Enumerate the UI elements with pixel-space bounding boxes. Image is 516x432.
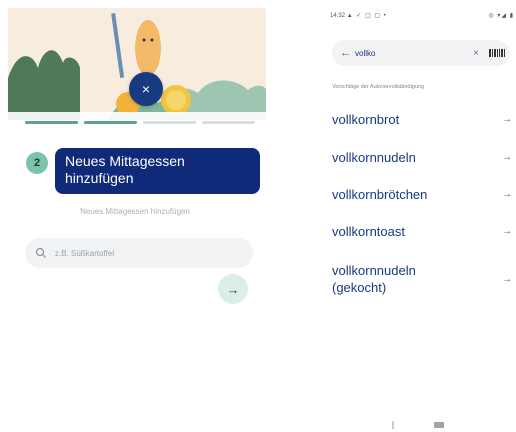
status-bar: 14:32 ▲ ✓ ▢ ▢ • ◎ ▾◢ ▮	[330, 8, 514, 22]
suggestion-item[interactable]: vollkorntoast →	[332, 223, 514, 240]
notification-icons: ▲ ✓ ▢ ▢ •	[346, 12, 387, 19]
autocomplete-search-bar[interactable]: ← ×	[332, 40, 510, 66]
arrow-right-icon: →	[502, 226, 512, 237]
suggestion-label: vollkornnudeln (gekocht)	[332, 263, 416, 295]
suggestion-item[interactable]: vollkornbrötchen →	[332, 186, 514, 203]
arrow-right-icon: →	[502, 273, 512, 285]
arrow-right-icon: →	[226, 281, 240, 297]
progress-segment-2	[84, 121, 137, 124]
nav-back-icon[interactable]	[392, 421, 394, 429]
autocomplete-search-input[interactable]	[351, 48, 465, 58]
suggestions-heading: Vorschläge der Autovervollständigung	[332, 84, 425, 90]
close-button[interactable]: ×	[129, 72, 163, 106]
suggestion-item[interactable]: vollkornnudeln (gekocht) →	[332, 261, 514, 297]
hero-illustration: ×	[8, 8, 266, 120]
search-icon	[35, 247, 46, 258]
suggestion-label: vollkorntoast	[332, 224, 405, 239]
progress-segment-1	[25, 121, 78, 124]
suggestion-label: vollkornbrötchen	[332, 187, 428, 202]
food-search-input[interactable]	[55, 248, 225, 258]
system-status-icons: ◎ ▾◢ ▮	[488, 12, 514, 19]
right-screen: 14:32 ▲ ✓ ▢ ▢ • ◎ ▾◢ ▮ ← × Vorschläge de…	[320, 0, 516, 432]
suggestion-item[interactable]: vollkornbrot →	[332, 111, 514, 128]
progress-segment-3	[143, 121, 196, 124]
status-time: 14:32	[330, 12, 346, 19]
food-search-bar[interactable]	[25, 238, 253, 268]
step-progress-bar	[25, 121, 255, 125]
suggestion-item[interactable]: vollkornnudeln →	[332, 149, 514, 166]
barcode-scanner-icon[interactable]	[488, 49, 505, 57]
progress-segment-4	[202, 121, 255, 124]
system-navigation-bar	[320, 418, 516, 432]
close-icon: ×	[141, 81, 151, 97]
clear-icon[interactable]: ×	[473, 48, 479, 59]
step-number-badge: 2	[26, 152, 48, 174]
step-title: Neues Mittagessen hinzufügen	[55, 148, 260, 194]
next-button[interactable]: →	[218, 274, 248, 304]
suggestion-label: vollkornnudeln	[332, 150, 416, 165]
back-arrow-icon[interactable]: ←	[340, 47, 351, 59]
arrow-right-icon: →	[502, 152, 512, 163]
arrow-right-icon: →	[502, 189, 512, 200]
step-subtitle: Neues Mittagessen hinzufügen	[80, 207, 190, 216]
suggestion-label: vollkornbrot	[332, 112, 400, 127]
arrow-right-icon: →	[502, 114, 512, 125]
left-screen: × 2 Neues Mittagessen hinzufügen Neues M…	[0, 0, 270, 432]
nav-home-icon[interactable]	[434, 422, 444, 428]
